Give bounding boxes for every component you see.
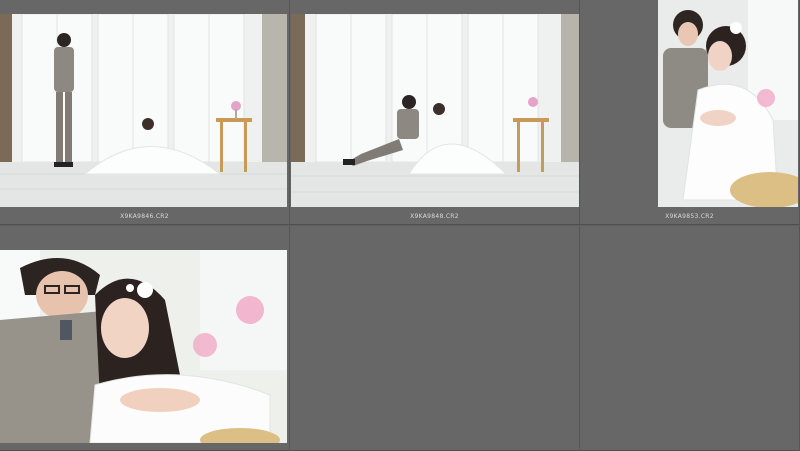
photo-thumbnail-3[interactable] (658, 0, 798, 207)
photo-thumbnail-1[interactable] (0, 14, 287, 207)
photo-filename: X9KA9853.CR2 (665, 213, 714, 220)
photo-filename: X9KA9846.CR2 (120, 213, 169, 220)
grid-cell-2[interactable]: X9KA9848.CR2 (290, 0, 580, 225)
grid-cell-empty-5 (290, 226, 580, 451)
grid-cell-1[interactable]: X9KA9846.CR2 (0, 0, 290, 225)
grid-cell-4[interactable] (0, 226, 290, 451)
photo-thumbnail-2[interactable] (291, 14, 579, 207)
grid-cell-empty-6 (580, 226, 800, 451)
photo-filename: X9KA9848.CR2 (410, 213, 459, 220)
photo-thumbnail-4[interactable] (0, 250, 287, 443)
grid-cell-3[interactable]: X9KA9853.CR2 (580, 0, 800, 225)
photo-grid: X9KA9846.CR2 X9KA9848.CR2 X9KA9853.CR2 (0, 0, 800, 451)
